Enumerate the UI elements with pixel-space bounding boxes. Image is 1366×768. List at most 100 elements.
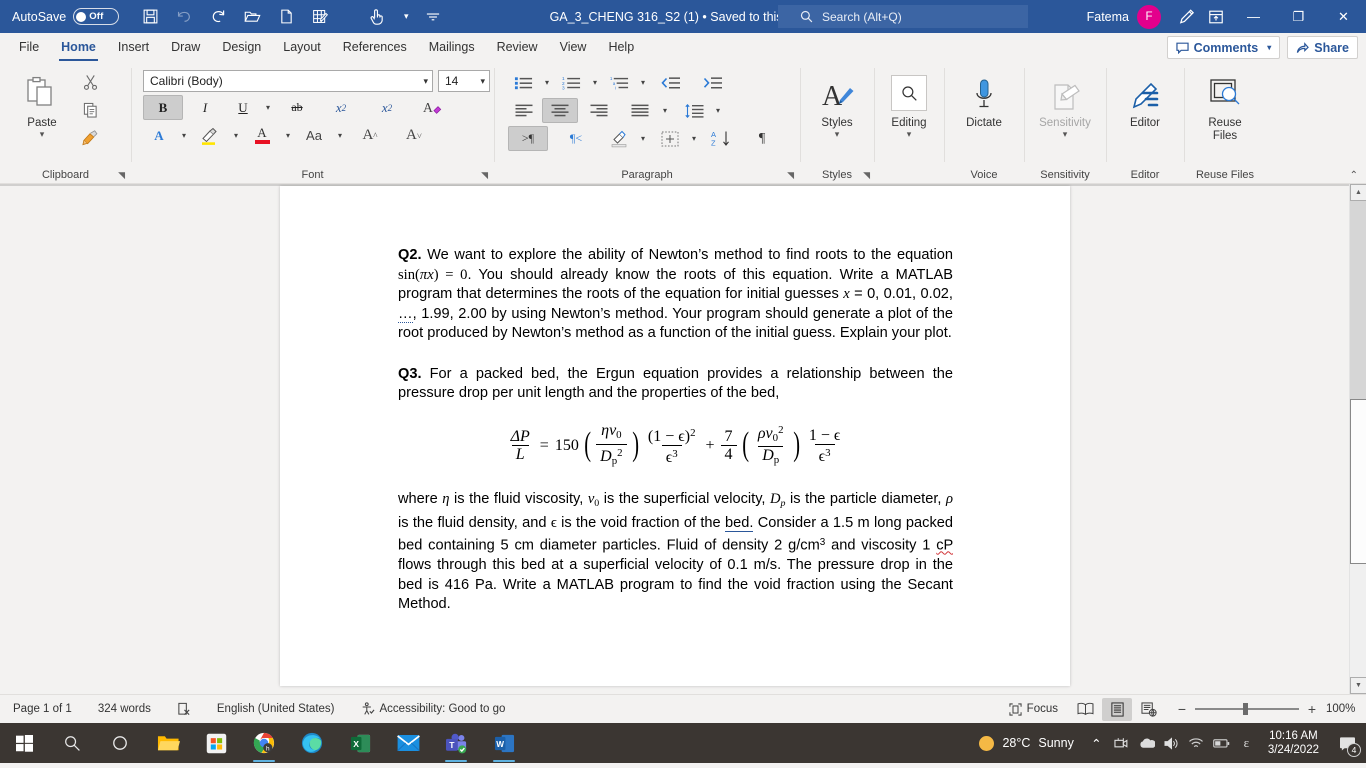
tab-references[interactable]: References [332,33,418,62]
start-button[interactable] [0,723,48,763]
ergun-equation[interactable]: ΔP L = 150 ( ηv0 Dp2 ) (1 − ϵ)2 ϵ3 + 7 4… [398,422,953,469]
tab-file[interactable]: File [8,33,50,62]
autosave-toggle[interactable]: Off [73,8,120,25]
increase-indent-icon[interactable] [697,70,729,95]
zoom-track[interactable] [1195,703,1299,716]
zoom-thumb[interactable] [1243,703,1248,716]
document-body[interactable]: Q2. We want to explore the ability of Ne… [398,246,953,636]
sensitivity-chevron-down-icon[interactable]: ▾ [1063,130,1068,139]
borders-chevron-down-icon[interactable]: ▾ [687,126,701,151]
tab-draw[interactable]: Draw [160,33,211,62]
comments-chevron-down-icon[interactable]: ▾ [1267,43,1271,52]
zoom-slider-control[interactable]: − + [1176,701,1318,717]
word-icon[interactable]: W [480,723,528,763]
focus-mode-button[interactable]: Focus [999,695,1068,724]
paragraph-q2[interactable]: Q2. We want to explore the ability of Ne… [398,246,953,344]
numbering-icon[interactable]: 1 2 3 [556,70,586,95]
italic-button[interactable]: I [185,95,225,120]
scroll-down-arrow-icon[interactable]: ▼ [1350,677,1366,694]
comments-button[interactable]: Comments ▾ [1166,36,1281,59]
redo-icon[interactable] [203,4,233,30]
cortana-icon[interactable] [96,723,144,763]
collapse-ribbon-icon[interactable]: ⌃ [1350,170,1358,181]
customize-quick-access-icon[interactable] [421,4,445,30]
sort-icon[interactable]: A Z [706,126,736,151]
multilevel-list-icon[interactable]: 1 a i [604,70,634,95]
notification-center-button[interactable]: 4 [1328,723,1366,763]
ink-pen-icon[interactable] [1171,0,1201,33]
chrome-icon[interactable]: h [240,723,288,763]
font-color-chevron-down-icon[interactable]: ▾ [281,123,295,148]
edge-icon[interactable] [288,723,336,763]
align-left-icon[interactable] [508,98,540,123]
tab-layout[interactable]: Layout [272,33,332,62]
paste-chevron-down-icon[interactable]: ▾ [40,130,45,139]
battery-icon[interactable] [1209,723,1234,763]
underline-button[interactable]: U [227,95,259,120]
clipboard-dialog-launcher-icon[interactable]: ◥ [118,170,125,181]
undo-icon[interactable] [169,4,199,30]
wifi-icon[interactable] [1184,723,1209,763]
editor-button[interactable]: Editor [1117,66,1173,129]
shading-chevron-down-icon[interactable]: ▾ [636,126,650,151]
line-spacing-icon[interactable] [679,98,709,123]
new-document-icon[interactable] [271,4,301,30]
vertical-scrollbar[interactable]: ▲ ▼ [1349,184,1366,694]
justify-chevron-down-icon[interactable]: ▾ [658,98,672,123]
open-folder-icon[interactable] [237,4,267,30]
volume-icon[interactable] [1159,723,1184,763]
line-spacing-chevron-down-icon[interactable]: ▾ [711,98,725,123]
underline-chevron-down-icon[interactable]: ▾ [261,95,275,120]
borders-icon[interactable] [655,126,685,151]
tab-view[interactable]: View [549,33,598,62]
save-icon[interactable] [135,4,165,30]
grow-font-button[interactable]: A ^ [349,123,391,148]
show-formatting-marks-icon[interactable]: ¶ [747,126,777,151]
dictate-button[interactable]: Dictate [956,66,1012,129]
weather-widget[interactable]: 28°C Sunny [979,735,1083,751]
share-button[interactable]: Share [1287,36,1358,59]
zoom-in-button[interactable]: + [1306,701,1318,717]
paragraph-dialog-launcher-icon[interactable]: ◥ [787,170,794,181]
paragraph-q3-intro[interactable]: Q3. For a packed bed, the Ergun equation… [398,365,953,404]
justify-icon[interactable] [624,98,656,123]
clock-widget[interactable]: 10:16 AM 3/24/2022 [1259,729,1328,757]
font-size-chevron-down-icon[interactable]: ▾ [480,76,485,87]
autosave-control[interactable]: AutoSave Off [12,8,120,25]
decrease-indent-icon[interactable] [655,70,687,95]
file-explorer-icon[interactable] [144,723,192,763]
search-taskbar-icon[interactable] [48,723,96,763]
shading-icon[interactable] [604,126,634,151]
font-size-combo[interactable]: 14 ▾ [438,70,490,92]
text-highlight-chevron-down-icon[interactable]: ▾ [229,123,243,148]
numbering-chevron-down-icon[interactable]: ▾ [588,70,602,95]
text-effects-chevron-down-icon[interactable]: ▾ [177,123,191,148]
font-color-button[interactable]: A [245,123,279,148]
touch-mode-icon[interactable] [361,4,391,30]
right-to-left-icon[interactable]: ¶< [556,126,596,151]
document-title[interactable]: GA_3_CHENG 316_S2 (1) • Saved to this PC [550,10,804,24]
teams-icon[interactable]: T [432,723,480,763]
sensitivity-button[interactable]: Sensitivity ▾ [1030,66,1100,139]
reuse-files-button[interactable]: Reuse Files [1190,66,1260,142]
editing-button[interactable]: Editing ▾ [881,66,937,139]
format-painter-icon[interactable] [76,125,104,151]
copy-icon[interactable] [76,97,104,123]
tab-insert[interactable]: Insert [107,33,160,62]
edit-document-icon[interactable] [305,4,335,30]
camera-icon[interactable] [1109,723,1134,763]
page-number-status[interactable]: Page 1 of 1 [0,695,85,724]
chevron-down-icon[interactable]: ▾ [395,4,417,30]
cut-icon[interactable] [76,69,104,95]
close-button[interactable]: ✕ [1321,0,1366,33]
change-case-chevron-down-icon[interactable]: ▾ [333,123,347,148]
shrink-font-button[interactable]: A ˅ [393,123,435,148]
maximize-restore-button[interactable]: ❐ [1276,0,1321,33]
scroll-up-arrow-icon[interactable]: ▲ [1350,184,1366,201]
align-right-icon[interactable] [583,98,615,123]
change-case-button[interactable]: Aa [297,123,331,148]
subscript-button[interactable]: x2 [319,95,363,120]
language-status[interactable]: English (United States) [204,695,348,724]
multilevel-list-chevron-down-icon[interactable]: ▾ [636,70,650,95]
editing-chevron-down-icon[interactable]: ▾ [907,130,912,139]
